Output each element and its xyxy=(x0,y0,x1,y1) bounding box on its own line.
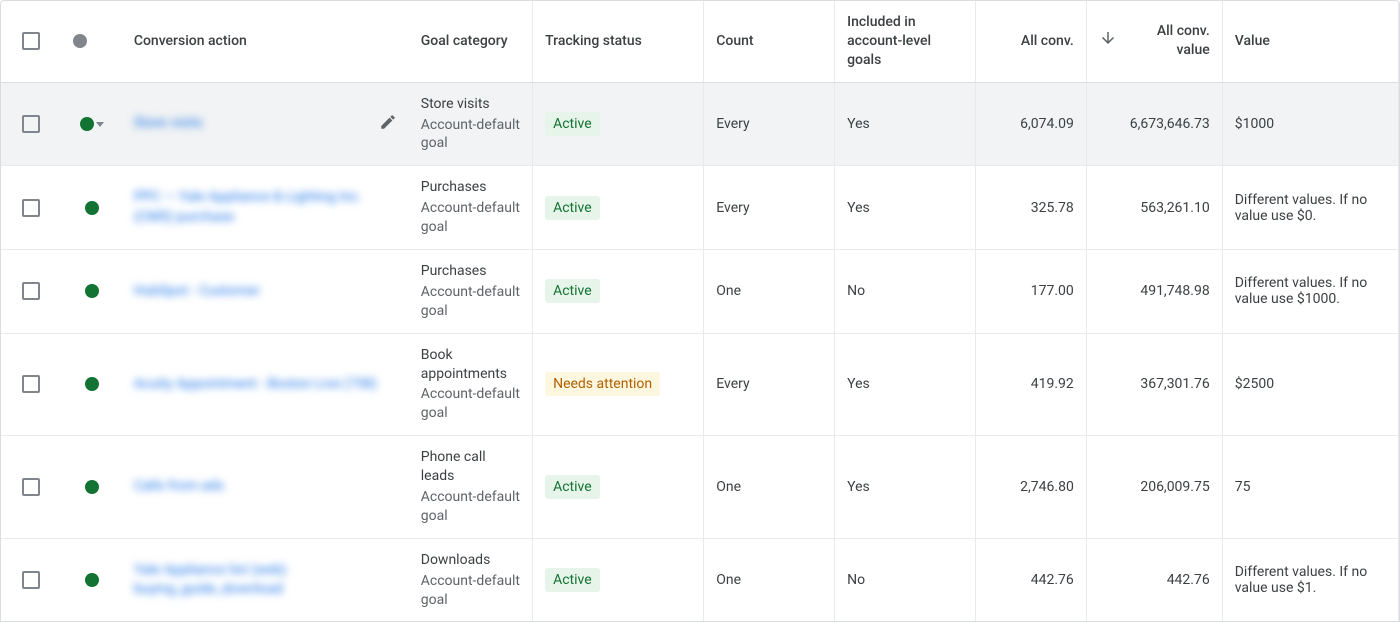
goal-category-sub: Account-default goal xyxy=(421,116,520,154)
all-conv-value-cell: 206,009.75 xyxy=(1086,436,1222,539)
all-conv-cell: 177.00 xyxy=(976,250,1087,334)
included-cell: Yes xyxy=(835,82,976,166)
row-checkbox[interactable] xyxy=(22,282,40,300)
all-conv-value-cell: 6,673,646.73 xyxy=(1086,82,1222,166)
chevron-down-icon xyxy=(96,122,104,127)
goal-category-top: Phone call leads xyxy=(421,448,520,486)
status-dot-icon xyxy=(80,117,94,131)
all-conv-cell: 419.92 xyxy=(976,333,1087,436)
all-conv-cell: 442.76 xyxy=(976,538,1087,621)
tracking-status-badge: Needs attention xyxy=(545,372,660,396)
tracking-status-badge: Active xyxy=(545,196,600,220)
status-dot-icon xyxy=(85,480,99,494)
conversion-action-link[interactable]: Store visits xyxy=(134,114,203,134)
tracking-status-badge: Active xyxy=(545,568,600,592)
value-cell: Different values. If no value use $0. xyxy=(1222,166,1398,250)
row-checkbox[interactable] xyxy=(22,199,40,217)
goal-category-top: Downloads xyxy=(421,551,520,570)
status-dot-icon xyxy=(85,284,99,298)
goal-category-top: Purchases xyxy=(421,262,520,281)
included-cell: No xyxy=(835,538,976,621)
col-header-all-conv-value[interactable]: All conv. value xyxy=(1086,1,1222,82)
table-row[interactable]: PPC — Yale Appliance & Lighting Inc. (CM… xyxy=(1,166,1399,250)
status-header-icon xyxy=(73,34,87,48)
table-row[interactable]: Acuity Appointment - Boston Live (758) Bo… xyxy=(1,333,1399,436)
included-cell: Yes xyxy=(835,333,976,436)
included-cell: Yes xyxy=(835,436,976,539)
row-checkbox[interactable] xyxy=(22,375,40,393)
all-conv-cell: 2,746.80 xyxy=(976,436,1087,539)
count-cell: One xyxy=(704,250,835,334)
conversion-action-link[interactable]: Yale Appliance list (web) buying_guide_d… xyxy=(134,561,397,600)
col-header-conversion-action[interactable]: Conversion action xyxy=(122,1,409,82)
value-cell: $2500 xyxy=(1222,333,1398,436)
status-indicator xyxy=(73,377,109,391)
goal-category-top: Store visits xyxy=(421,95,520,114)
edit-icon[interactable] xyxy=(379,113,397,135)
all-conv-value-cell: 491,748.98 xyxy=(1086,250,1222,334)
table-header-row: Conversion action Goal category Tracking… xyxy=(1,1,1399,82)
conversions-table: Conversion action Goal category Tracking… xyxy=(0,0,1400,622)
row-checkbox[interactable] xyxy=(22,478,40,496)
goal-category-sub: Account-default goal xyxy=(421,283,520,321)
col-header-value[interactable]: Value xyxy=(1222,1,1398,82)
status-indicator[interactable] xyxy=(73,117,109,131)
goal-category-sub: Account-default goal xyxy=(421,572,520,610)
all-conv-cell: 325.78 xyxy=(976,166,1087,250)
status-dot-icon xyxy=(85,573,99,587)
col-header-tracking-status[interactable]: Tracking status xyxy=(533,1,704,82)
all-conv-cell: 6,074.09 xyxy=(976,82,1087,166)
col-header-goal-category[interactable]: Goal category xyxy=(409,1,533,82)
conversion-action-link[interactable]: Calls from ads xyxy=(134,477,224,497)
select-all-checkbox[interactable] xyxy=(22,32,40,50)
value-cell: Different values. If no value use $1. xyxy=(1222,538,1398,621)
goal-category-sub: Account-default goal xyxy=(421,385,520,423)
col-header-count[interactable]: Count xyxy=(704,1,835,82)
col-header-all-conv[interactable]: All conv. xyxy=(976,1,1087,82)
all-conv-value-cell: 563,261.10 xyxy=(1086,166,1222,250)
status-dot-icon xyxy=(85,201,99,215)
all-conv-value-cell: 442.76 xyxy=(1086,538,1222,621)
count-cell: Every xyxy=(704,82,835,166)
goal-category-top: Book appointments xyxy=(421,346,520,384)
tracking-status-badge: Active xyxy=(545,279,600,303)
col-header-all-conv-value-label: All conv. value xyxy=(1127,22,1210,60)
goal-category-top: Purchases xyxy=(421,178,520,197)
tracking-status-badge: Active xyxy=(545,475,600,499)
table-row[interactable]: Store visits Store visits Account-default … xyxy=(1,82,1399,166)
value-cell: 75 xyxy=(1222,436,1398,539)
goal-category-sub: Account-default goal xyxy=(421,488,520,526)
count-cell: Every xyxy=(704,166,835,250)
table-row[interactable]: Calls from ads Phone call leadsAccount-de… xyxy=(1,436,1399,539)
conversion-action-link[interactable]: HubSpot - Customer xyxy=(134,282,260,302)
count-cell: One xyxy=(704,538,835,621)
value-cell: $1000 xyxy=(1222,82,1398,166)
status-dot-icon xyxy=(85,377,99,391)
count-cell: Every xyxy=(704,333,835,436)
included-cell: Yes xyxy=(835,166,976,250)
count-cell: One xyxy=(704,436,835,539)
conversion-action-link[interactable]: Acuity Appointment - Boston Live (758) xyxy=(134,375,377,395)
value-cell: Different values. If no value use $1000. xyxy=(1222,250,1398,334)
status-indicator xyxy=(73,480,109,494)
all-conv-value-cell: 367,301.76 xyxy=(1086,333,1222,436)
tracking-status-badge: Active xyxy=(545,112,600,136)
table-row[interactable]: HubSpot - Customer Purchases Account-defau… xyxy=(1,250,1399,334)
col-header-included[interactable]: Included in account-level goals xyxy=(835,1,976,82)
status-indicator xyxy=(73,201,109,215)
sort-descending-icon xyxy=(1099,29,1117,53)
conversion-action-link[interactable]: PPC — Yale Appliance & Lighting Inc. (CM… xyxy=(134,188,397,227)
status-indicator xyxy=(73,284,109,298)
included-cell: No xyxy=(835,250,976,334)
goal-category-sub: Account-default goal xyxy=(421,199,520,237)
row-checkbox[interactable] xyxy=(22,571,40,589)
status-indicator xyxy=(73,573,109,587)
table-row[interactable]: Yale Appliance list (web) buying_guide_d… xyxy=(1,538,1399,621)
row-checkbox[interactable] xyxy=(22,115,40,133)
